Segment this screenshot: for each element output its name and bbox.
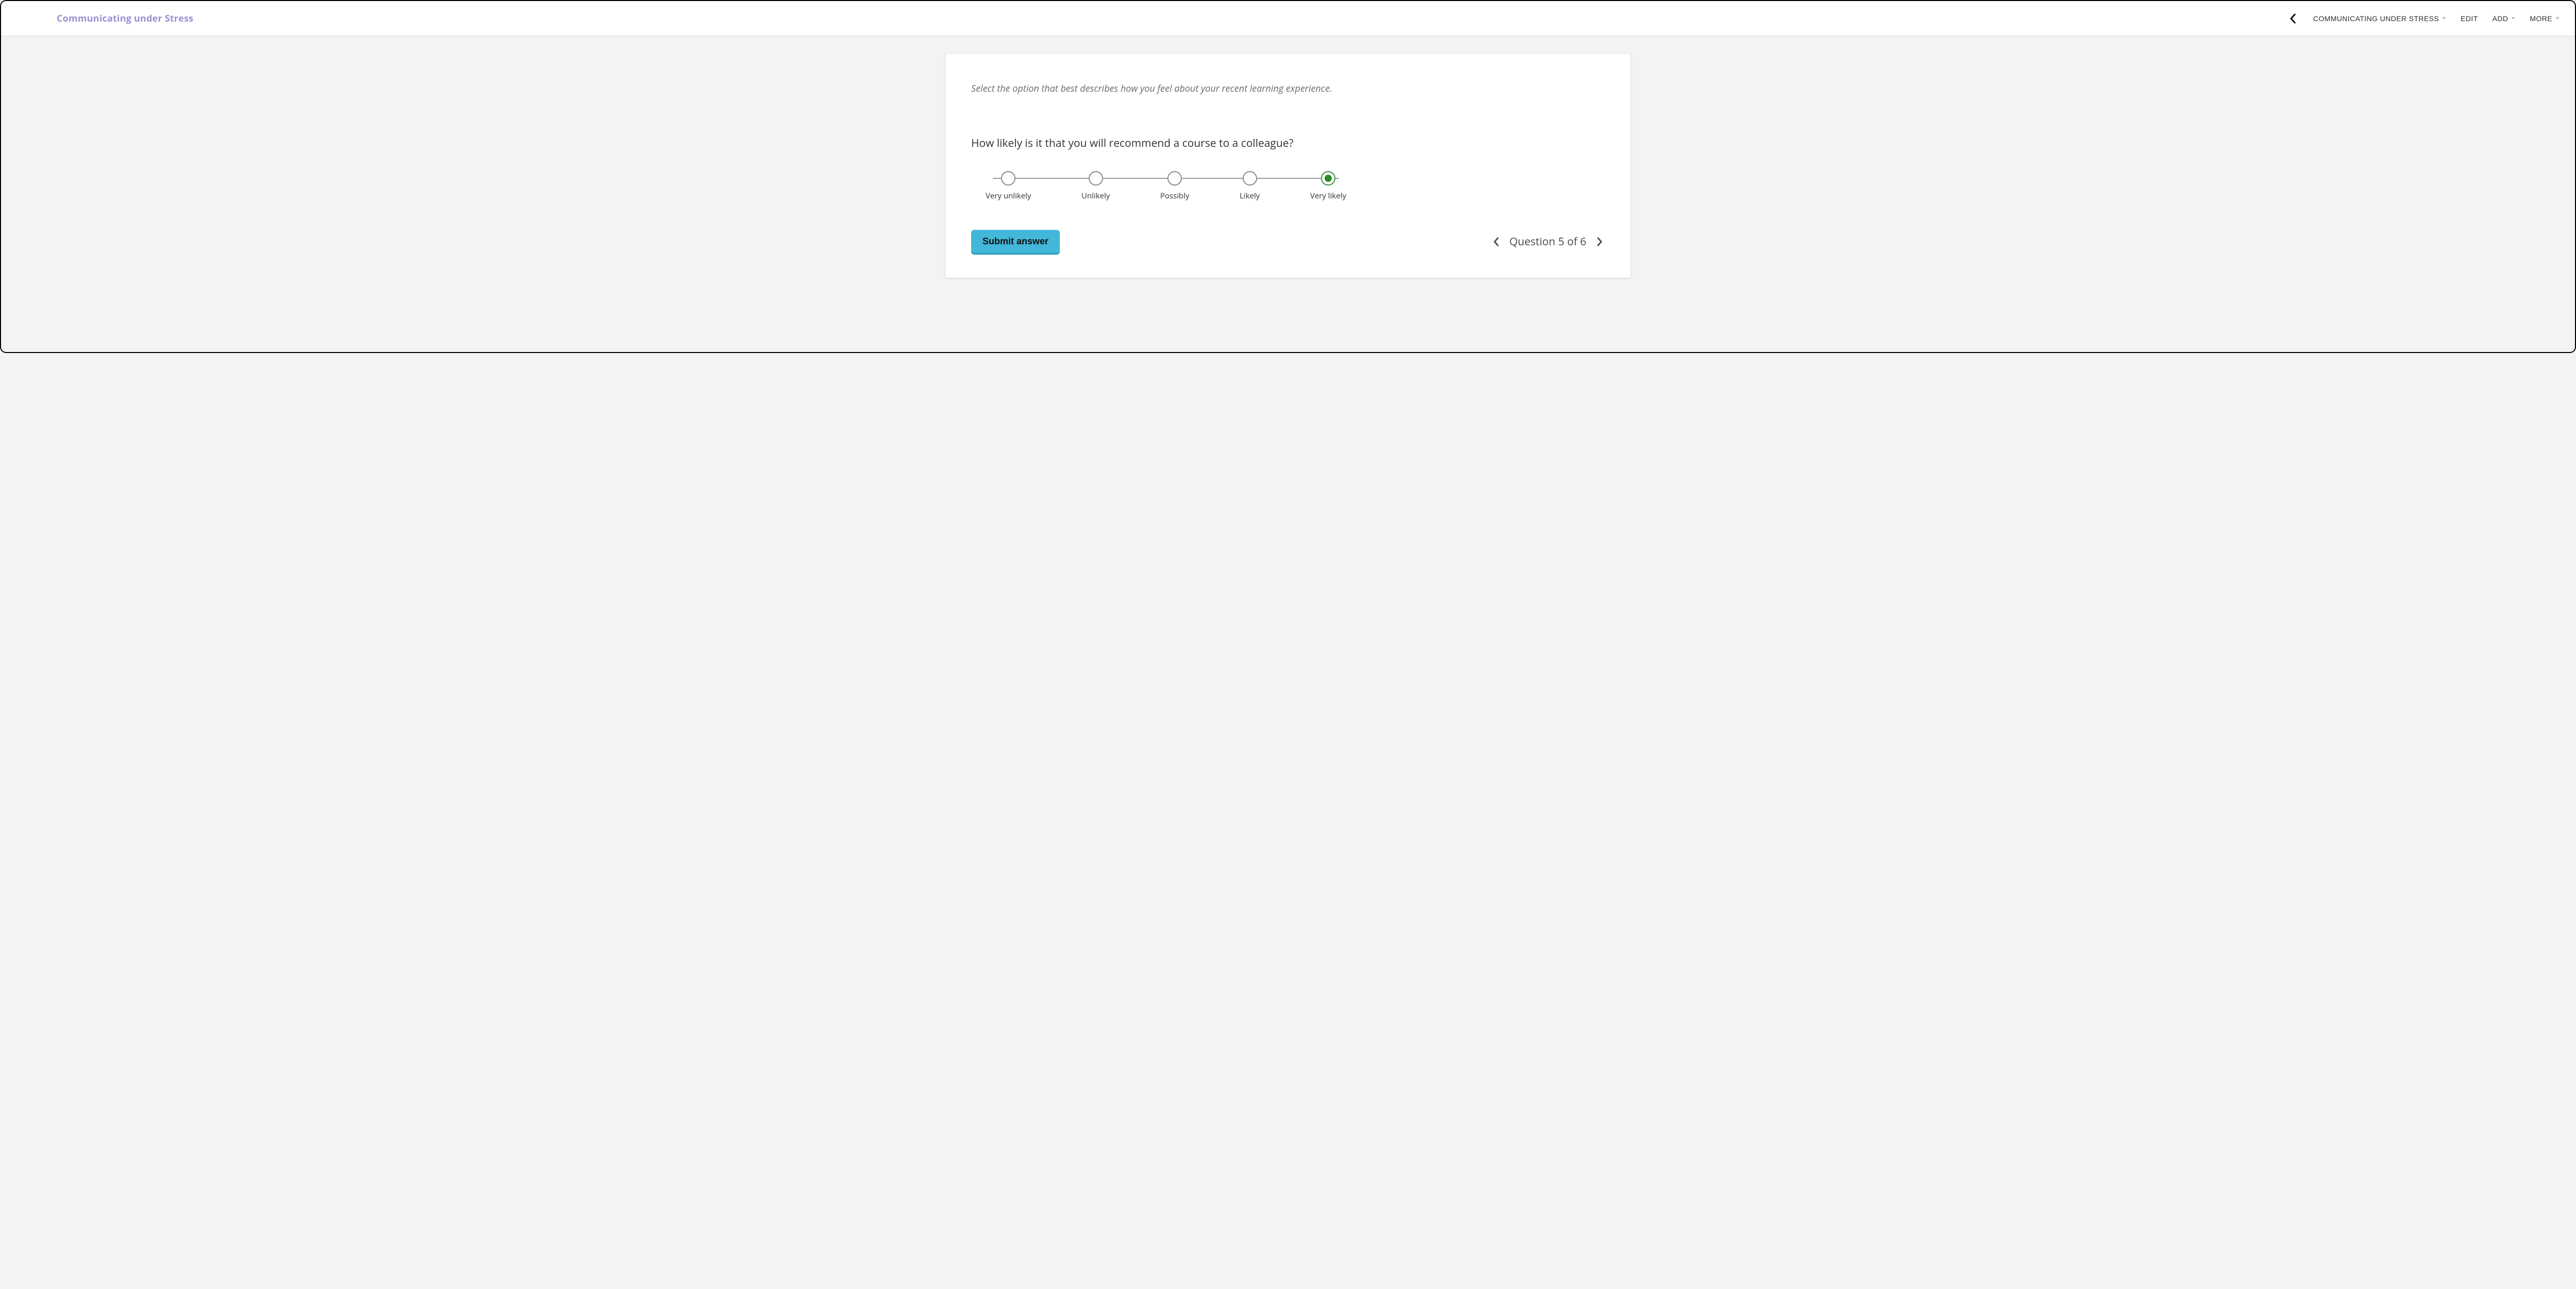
chevron-left-icon (1493, 237, 1499, 247)
page-title: Communicating under Stress (57, 12, 193, 25)
pager: Question 5 of 6 (1491, 235, 1605, 249)
edit-link-label: EDIT (2461, 14, 2478, 23)
question-card: Select the option that best describes ho… (945, 54, 1631, 278)
course-dropdown-label: COMMUNICATING UNDER STRESS (2313, 14, 2439, 23)
likert-radio (1001, 171, 1015, 186)
header-nav: COMMUNICATING UNDER STRESS EDIT ADD MORE (2286, 11, 2561, 26)
likert-option-4[interactable]: Very likely (1310, 171, 1346, 201)
caret-down-icon (2511, 17, 2515, 20)
more-dropdown-label: MORE (2530, 14, 2552, 23)
caret-down-icon (2442, 17, 2446, 20)
submit-answer-button[interactable]: Submit answer (971, 230, 1060, 253)
more-dropdown[interactable]: MORE (2529, 12, 2561, 25)
likert-scale: Very unlikely Unlikely Possibly Likely Very … (986, 171, 1346, 201)
app-header: Communicating under Stress COMMUNICATING… (1, 1, 2575, 36)
likert-option-label: Very unlikely (986, 191, 1031, 201)
course-dropdown[interactable]: COMMUNICATING UNDER STRESS (2312, 12, 2447, 25)
prev-question-button[interactable] (1491, 235, 1501, 249)
likert-option-label: Unlikely (1081, 191, 1110, 201)
instruction-text: Select the option that best describes ho… (971, 82, 1605, 95)
likert-radio (1167, 171, 1182, 186)
likert-option-0[interactable]: Very unlikely (986, 171, 1031, 201)
likert-option-3[interactable]: Likely (1240, 171, 1260, 201)
add-dropdown-label: ADD (2493, 14, 2509, 23)
next-question-button[interactable] (1595, 235, 1605, 249)
chevron-right-icon (1597, 237, 1603, 247)
likert-radio (1321, 171, 1335, 186)
likert-radio (1089, 171, 1103, 186)
likert-option-2[interactable]: Possibly (1160, 171, 1190, 201)
likert-option-label: Very likely (1310, 191, 1346, 201)
likert-option-label: Possibly (1160, 191, 1190, 201)
likert-option-1[interactable]: Unlikely (1081, 171, 1110, 201)
add-dropdown[interactable]: ADD (2492, 12, 2517, 25)
pager-text: Question 5 of 6 (1510, 235, 1586, 249)
chevron-left-icon (2290, 13, 2297, 24)
edit-link[interactable]: EDIT (2460, 12, 2479, 25)
back-button[interactable] (2286, 11, 2300, 26)
likert-radio (1243, 171, 1257, 186)
question-text: How likely is it that you will recommend… (971, 136, 1605, 150)
card-footer: Submit answer Question 5 of 6 (971, 230, 1605, 253)
caret-down-icon (2555, 17, 2560, 20)
likert-option-label: Likely (1240, 191, 1260, 201)
